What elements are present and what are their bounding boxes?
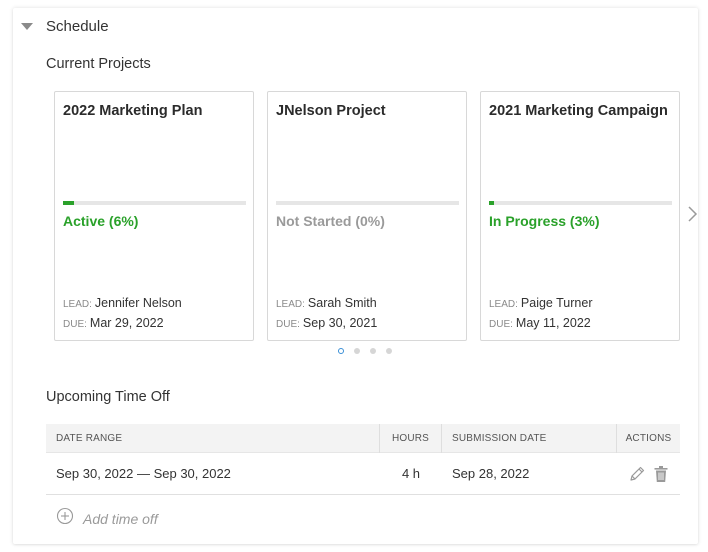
due-date: Mar 29, 2022 (89, 316, 164, 330)
column-header-hours: HOURS (380, 424, 442, 453)
due-key: DUE: (489, 319, 513, 330)
project-name: JNelson Project (276, 103, 386, 119)
project-name: 2021 Marketing Campaign (489, 103, 668, 119)
progress-bar (63, 201, 246, 205)
carousel-dot[interactable] (354, 348, 360, 354)
add-time-off-label: Add time off (83, 510, 158, 527)
column-header-actions: ACTIONS (625, 433, 672, 444)
column-header-date-range: DATE RANGE (46, 424, 380, 453)
table-header: DATE RANGE HOURS SUBMISSION DATE ACTIONS (46, 424, 680, 453)
project-cards-carousel: 2022 Marketing Plan Active (6%) LEAD: Jen… (54, 91, 681, 341)
due-date: Sep 30, 2021 (302, 316, 378, 330)
project-lead: LEAD: Jennifer Nelson (63, 296, 182, 310)
project-lead: LEAD: Paige Turner (489, 296, 592, 310)
progress-bar (276, 201, 459, 205)
plus-circle-icon[interactable] (56, 507, 74, 530)
lead-key: LEAD: (276, 299, 305, 310)
section-title: Schedule (46, 18, 109, 35)
carousel-dot[interactable] (370, 348, 376, 354)
trash-icon[interactable] (651, 464, 671, 484)
pencil-icon[interactable] (627, 464, 647, 484)
schedule-panel: Schedule Current Projects 2022 Marketing… (13, 8, 698, 544)
project-lead: LEAD: Sarah Smith (276, 296, 377, 310)
time-off-table: DATE RANGE HOURS SUBMISSION DATE ACTIONS… (46, 424, 680, 495)
add-time-off-button[interactable]: Add time off (56, 507, 158, 530)
table-row: Sep 30, 2022 — Sep 30, 2022 4 h Sep 28, … (46, 453, 680, 495)
lead-key: LEAD: (63, 299, 92, 310)
cell-actions (617, 453, 680, 494)
cell-submission-date: Sep 28, 2022 (452, 466, 530, 481)
lead-name: Jennifer Nelson (94, 296, 182, 310)
upcoming-time-off-title: Upcoming Time Off (46, 389, 170, 405)
lead-name: Paige Turner (520, 296, 593, 310)
project-due: DUE: May 11, 2022 (489, 316, 591, 330)
carousel-pagination (338, 348, 402, 354)
cell-date-range: Sep 30, 2022 — Sep 30, 2022 (56, 466, 231, 481)
progress-fill (63, 201, 74, 205)
cell-hours: 4 h (401, 466, 421, 481)
project-card[interactable]: 2022 Marketing Plan Active (6%) LEAD: Jen… (54, 91, 254, 341)
project-card[interactable]: 2021 Marketing Campaign In Progress (3%)… (480, 91, 680, 341)
due-key: DUE: (63, 319, 87, 330)
project-due: DUE: Mar 29, 2022 (63, 316, 164, 330)
progress-bar (489, 201, 672, 205)
carousel-dot[interactable] (386, 348, 392, 354)
carousel-dot[interactable] (338, 348, 344, 354)
project-status: Not Started (0%) (276, 213, 385, 229)
project-card[interactable]: JNelson Project Not Started (0%) LEAD: Sa… (267, 91, 467, 341)
due-date: May 11, 2022 (515, 316, 591, 330)
project-status: Active (6%) (63, 213, 139, 229)
due-key: DUE: (276, 319, 300, 330)
progress-fill (489, 201, 495, 205)
lead-name: Sarah Smith (307, 296, 377, 310)
current-projects-title: Current Projects (46, 56, 151, 72)
lead-key: LEAD: (489, 299, 518, 310)
project-status: In Progress (3%) (489, 213, 600, 229)
project-due: DUE: Sep 30, 2021 (276, 316, 377, 330)
caret-down-icon[interactable] (21, 23, 33, 30)
project-name: 2022 Marketing Plan (63, 103, 203, 119)
column-header-submission-date: SUBMISSION DATE (442, 424, 617, 453)
schedule-section-toggle[interactable]: Schedule (21, 18, 109, 35)
chevron-right-icon[interactable] (686, 206, 698, 222)
